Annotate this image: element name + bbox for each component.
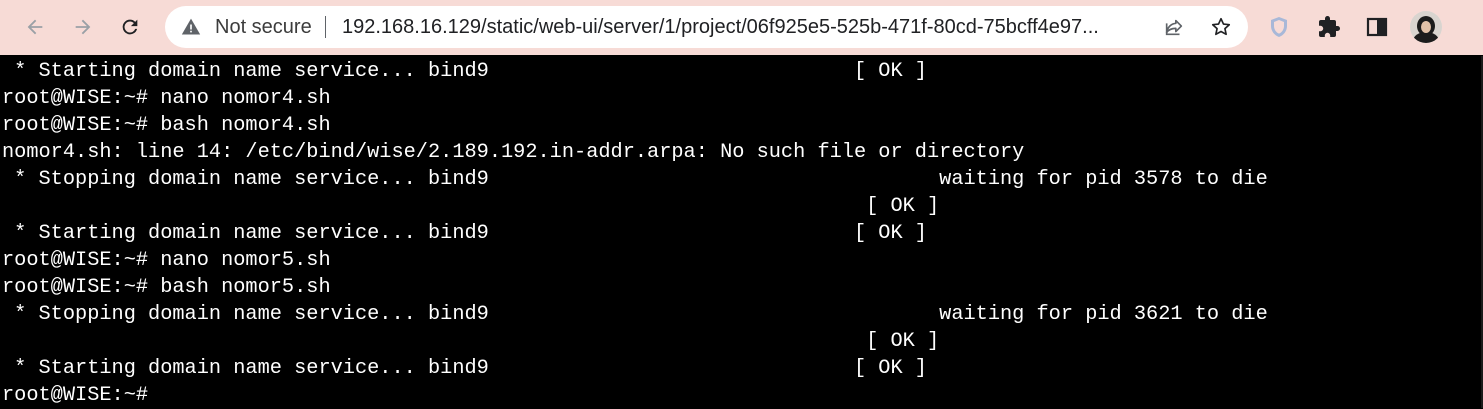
terminal-prompt: root@WISE:~# (2, 384, 149, 407)
omnibox-divider (325, 16, 326, 38)
terminal-line: root@WISE:~# nano nomor5.sh (2, 249, 331, 272)
url-text[interactable]: 192.168.16.129/static/web-ui/server/1/pr… (342, 16, 1142, 39)
terminal-line: * Starting domain name service... bind9 … (2, 357, 927, 380)
profile-avatar[interactable] (1410, 11, 1442, 43)
reload-icon (122, 19, 138, 35)
security-status-label[interactable]: Not secure (215, 16, 312, 39)
star-icon[interactable] (1209, 15, 1233, 39)
warning-triangle-icon[interactable] (181, 17, 201, 37)
reload-button[interactable] (114, 11, 146, 43)
terminal-line: root@WISE:~# bash nomor4.sh (2, 114, 331, 137)
terminal-line: nomor4.sh: line 14: /etc/bind/wise/2.189… (2, 141, 1025, 164)
back-button[interactable] (19, 11, 51, 43)
terminal-output[interactable]: * Starting domain name service... bind9 … (0, 56, 1483, 408)
terminal-line: [ OK ] (2, 195, 940, 218)
side-panel-icon[interactable] (1363, 13, 1391, 41)
arrow-right-icon (75, 19, 91, 35)
terminal-line: * Stopping domain name service... bind9 … (2, 168, 1268, 191)
terminal-line: * Starting domain name service... bind9 … (2, 60, 927, 83)
terminal-line: * Starting domain name service... bind9 … (2, 222, 927, 245)
shield-extension-icon[interactable] (1265, 13, 1293, 41)
arrow-left-icon (27, 19, 43, 35)
puzzle-icon[interactable] (1315, 13, 1343, 41)
terminal-line: root@WISE:~# nano nomor4.sh (2, 87, 331, 110)
terminal-line: * Stopping domain name service... bind9 … (2, 303, 1268, 326)
terminal-line: root@WISE:~# bash nomor5.sh (2, 276, 331, 299)
forward-button[interactable] (67, 11, 99, 43)
share-icon[interactable] (1162, 15, 1186, 39)
terminal-line: [ OK ] (2, 330, 940, 353)
address-bar[interactable]: Not secure 192.168.16.129/static/web-ui/… (165, 6, 1248, 48)
browser-toolbar: Not secure 192.168.16.129/static/web-ui/… (0, 0, 1483, 55)
